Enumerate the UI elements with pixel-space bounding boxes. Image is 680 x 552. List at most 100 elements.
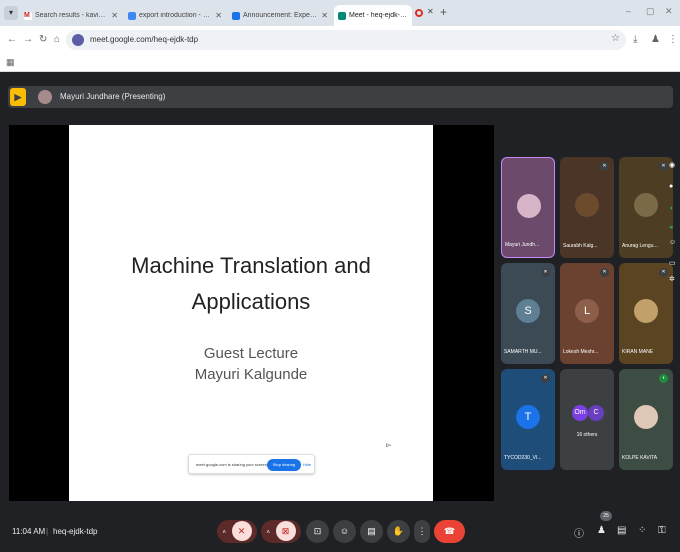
reactions-button[interactable]: ☺ xyxy=(333,520,356,543)
info-icon[interactable]: ⓘ xyxy=(574,525,584,540)
docs-icon xyxy=(128,11,136,20)
meet-stage: ▶ Mayuri Jundhare (Presenting) Machine T… xyxy=(0,73,680,552)
participant-name: KIRAN MANE xyxy=(622,349,654,355)
raise-hand-button[interactable]: ✋ xyxy=(387,520,410,543)
leave-call-button[interactable]: ☎ xyxy=(434,520,465,543)
participant-name: Saurabh Kalg... xyxy=(563,243,598,249)
avatar xyxy=(575,193,599,217)
clock: 11:04 AM xyxy=(12,527,46,536)
tab-title: Announcement: Expert session xyxy=(243,12,317,19)
slide-subtitle-line: Mayuri Kalgunde xyxy=(194,366,308,383)
close-icon[interactable]: ✕ xyxy=(111,11,118,20)
forward-icon[interactable]: → xyxy=(23,34,33,45)
presentation-view[interactable]: Machine Translation and Applications Gue… xyxy=(9,125,494,501)
close-icon[interactable]: ✕ xyxy=(215,11,222,20)
url-text: meet.google.com/heq-ejdk-tdp xyxy=(90,35,199,44)
participant-name: Lokesh Meshr... xyxy=(563,349,599,355)
browser-tab[interactable]: Announcement: Expert session ✕ xyxy=(228,5,332,26)
captions-button[interactable]: ▤ xyxy=(360,520,383,543)
participant-name: SAMARTH MU... xyxy=(504,349,542,355)
camera-icon[interactable]: ◉ xyxy=(669,161,675,169)
participant-tile[interactable]: ✕ L Lokesh Meshr... xyxy=(560,263,614,364)
mic-on-icon: ◖ xyxy=(659,374,668,383)
slide-title: Machine Translation and Applications xyxy=(69,248,433,320)
slide: Machine Translation and Applications Gue… xyxy=(69,125,433,501)
close-icon[interactable]: ✕ xyxy=(321,11,328,20)
menu-icon[interactable]: ⋮ xyxy=(668,34,678,45)
more-vert-icon: ⋮ xyxy=(417,526,427,536)
settings-icon[interactable]: ✲ xyxy=(669,275,675,283)
note-icon[interactable]: ▭ xyxy=(669,259,676,267)
presentation-icon[interactable]: ▶ xyxy=(10,88,26,106)
close-icon[interactable]: ✕ xyxy=(427,7,434,16)
camera-off-icon[interactable]: ⊠ xyxy=(275,521,296,541)
present-button[interactable]: ⊡ xyxy=(306,520,329,543)
hand-icon: ✋ xyxy=(392,526,405,536)
participant-tile[interactable]: ✕ S SAMARTH MU... xyxy=(501,263,555,364)
captions-icon: ▤ xyxy=(367,526,376,536)
participant-tile[interactable]: ✕ T TYCOD230_VI... xyxy=(501,369,555,470)
back-icon[interactable]: ← xyxy=(7,34,17,45)
participant-tile[interactable]: Mayuri Jundh... xyxy=(501,157,555,258)
site-info-icon[interactable] xyxy=(72,34,84,46)
avatar xyxy=(38,90,52,104)
bookmarks-bar: ▦ xyxy=(0,54,680,72)
others-tile[interactable]: Om C 16 others xyxy=(560,369,614,470)
close-window-button[interactable]: ✕ xyxy=(665,6,673,17)
presenter-bar: ▶ Mayuri Jundhare (Presenting) xyxy=(8,86,673,108)
reload-icon[interactable]: ↻ xyxy=(39,34,47,45)
hangup-icon: ☎ xyxy=(443,526,456,536)
download-icon[interactable]: ⤓ xyxy=(633,34,637,45)
chevron-up-icon[interactable]: ˄ xyxy=(222,530,226,536)
mic-toggle-button[interactable]: ˄ ✕ xyxy=(217,520,257,543)
new-tab-button[interactable]: + xyxy=(440,5,447,19)
tab-search-icon[interactable]: ▾ xyxy=(4,6,18,20)
participant-tile[interactable]: ◖ KOLPE KAVITA xyxy=(619,369,673,470)
tab-title: Search results - kavita.kolpe@v xyxy=(35,12,107,19)
participant-name: Anurag Lengu... xyxy=(622,243,658,249)
presenter-label: Mayuri Jundhare (Presenting) xyxy=(60,92,166,101)
volume-icon[interactable]: ◂ xyxy=(669,223,673,231)
record-icon[interactable]: ● xyxy=(669,183,673,190)
bookmark-star-icon[interactable]: ☆ xyxy=(611,33,620,44)
people-icon[interactable]: ♟ xyxy=(597,525,606,536)
host-controls-icon[interactable]: ⚿ xyxy=(658,525,666,536)
avatar xyxy=(634,405,658,429)
avatar xyxy=(517,194,541,218)
mic-icon[interactable]: ◖ xyxy=(669,205,673,212)
avatar-bubble: C xyxy=(588,405,604,421)
avatar-letter: T xyxy=(516,405,540,429)
mic-off-icon: ✕ xyxy=(600,268,609,277)
participant-tile[interactable]: ✕ Anurag Lengu... xyxy=(619,157,673,258)
apps-grid-icon[interactable]: ▦ xyxy=(6,57,15,68)
avatar-letter: L xyxy=(575,299,599,323)
participant-count-badge: 25 xyxy=(600,511,612,521)
gmail-icon: M xyxy=(24,11,32,20)
browser-tab-active[interactable]: Meet - heq-ejdk-tdp xyxy=(334,5,412,26)
participant-name: Mayuri Jundh... xyxy=(505,242,540,248)
mic-off-icon: ✕ xyxy=(541,268,550,277)
minimize-button[interactable]: – xyxy=(626,6,631,16)
chat-icon[interactable]: ▤ xyxy=(617,525,626,536)
slide-subtitle: Guest Lecture Mayuri Kalgunde xyxy=(69,343,433,385)
camera-toggle-button[interactable]: ˄ ⊠ xyxy=(261,520,301,543)
recording-icon xyxy=(415,9,423,17)
more-options-button[interactable]: ⋮ xyxy=(414,520,430,543)
stop-sharing-button[interactable]: Stop sharing xyxy=(267,459,301,471)
extension-icon[interactable]: ♟ xyxy=(651,34,660,45)
participant-tile[interactable]: ✕ KIRAN MANE xyxy=(619,263,673,364)
mic-off-icon: ✕ xyxy=(659,162,668,171)
emoji-icon[interactable]: ☺ xyxy=(669,239,676,246)
activities-icon[interactable]: ⁘ xyxy=(638,525,646,536)
avatar xyxy=(634,193,658,217)
home-icon[interactable]: ⌂ xyxy=(54,34,60,45)
url-field[interactable]: meet.google.com/heq-ejdk-tdp ☆ xyxy=(66,30,626,50)
mic-off-icon[interactable]: ✕ xyxy=(231,521,252,541)
hide-button[interactable]: Hide xyxy=(303,462,311,467)
browser-tab[interactable]: M Search results - kavita.kolpe@v ✕ xyxy=(20,5,122,26)
maximize-button[interactable]: ▢ xyxy=(646,6,655,17)
participant-tile[interactable]: ✕ Saurabh Kalg... xyxy=(560,157,614,258)
slide-subtitle-line: Guest Lecture xyxy=(203,345,299,362)
chevron-up-icon[interactable]: ˄ xyxy=(266,530,270,536)
browser-tab[interactable]: export introduction - Google D ✕ xyxy=(124,5,226,26)
